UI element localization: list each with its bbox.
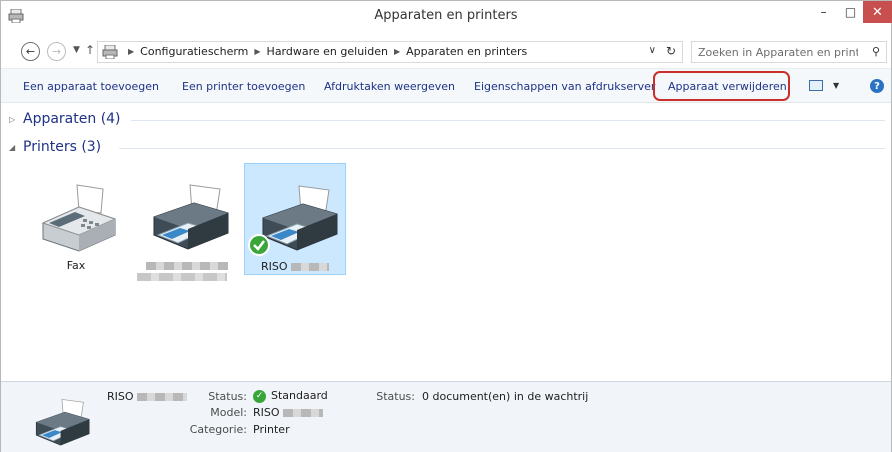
window-title: Apparaten en printers <box>374 8 518 23</box>
search-input[interactable] <box>698 44 858 60</box>
status-label: Status: <box>208 390 247 403</box>
device-name: RISO <box>260 260 288 273</box>
command-bar: Een apparaat toevoegen Een printer toevo… <box>1 68 891 103</box>
device-label: RISO <box>245 260 345 273</box>
details-name-text: RISO <box>107 390 134 403</box>
breadcrumb-item[interactable]: Hardware en geluiden <box>267 45 388 58</box>
status-value: ✓ Standaard <box>253 389 328 403</box>
device-label: Fax <box>66 259 86 272</box>
search-box[interactable]: ⚲ <box>691 41 887 63</box>
breadcrumb-item[interactable]: Configuratiescherm <box>140 45 248 58</box>
redacted-text <box>283 409 324 417</box>
device-printer[interactable] <box>136 163 238 281</box>
refresh-icon[interactable]: ↻ <box>666 44 676 58</box>
category-value: Printer <box>253 423 290 436</box>
printer-icon <box>35 399 90 446</box>
breadcrumb-item[interactable]: Apparaten en printers <box>406 45 527 58</box>
breadcrumb: ▶ Configuratiescherm ▶ Hardware en geluiden… <box>122 45 527 58</box>
explorer-window: Apparaten en printers – □ ✕ ← → ▼ ↑ ▶ Con… <box>0 0 892 452</box>
search-icon[interactable]: ⚲ <box>872 45 880 58</box>
maximize-icon[interactable]: □ <box>837 1 864 23</box>
add-printer-button[interactable]: Een printer toevoegen <box>182 80 305 93</box>
device-fax[interactable]: Fax <box>25 163 127 275</box>
view-dropdown-icon[interactable]: ▼ <box>833 81 839 90</box>
redacted-text <box>291 263 330 271</box>
model-label: Model: <box>210 406 247 419</box>
close-icon[interactable]: ✕ <box>863 1 892 23</box>
print-server-properties-button[interactable]: Eigenschappen van afdrukserver <box>474 80 655 93</box>
redacted-text <box>146 262 228 270</box>
group-printers[interactable]: ◢ Printers (3) <box>9 138 885 158</box>
group-divider <box>119 148 885 149</box>
forward-arrow-icon[interactable]: → <box>47 42 66 61</box>
address-dropdown-icon[interactable]: ∨ <box>649 45 656 56</box>
queue-status-label: Status: <box>376 390 415 403</box>
printer-icon <box>262 185 338 251</box>
back-arrow-icon[interactable]: ← <box>21 42 40 61</box>
printer-icon <box>153 184 229 250</box>
fax-icon <box>41 184 117 252</box>
model-value: RISO <box>253 406 324 419</box>
devices-printers-icon <box>102 45 118 59</box>
remove-device-button[interactable]: Apparaat verwijderen <box>668 80 787 93</box>
device-label <box>136 259 238 272</box>
redacted-text <box>137 273 227 281</box>
group-divider <box>131 120 885 121</box>
queue-status-value: 0 document(en) in de wachtrij <box>422 390 589 403</box>
view-options-icon[interactable] <box>809 80 823 91</box>
details-pane: RISO Status: ✓ Standaard Status: 0 docume… <box>1 381 891 452</box>
address-bar[interactable]: ▶ Configuratiescherm ▶ Hardware en geluiden… <box>97 41 683 63</box>
chevron-right-icon: ▶ <box>128 47 135 56</box>
expand-arrow-icon[interactable]: ▷ <box>9 115 15 124</box>
help-icon[interactable]: ? <box>870 79 884 93</box>
status-text: Standaard <box>271 389 328 402</box>
default-check-icon <box>248 234 270 256</box>
category-label: Categorie: <box>189 423 247 436</box>
up-arrow-icon[interactable]: ↑ <box>85 43 95 57</box>
minimize-icon[interactable]: – <box>810 1 837 23</box>
check-icon: ✓ <box>253 389 266 403</box>
recent-dropdown-icon[interactable]: ▼ <box>73 45 80 55</box>
model-text: RISO <box>253 406 280 419</box>
view-print-jobs-button[interactable]: Afdruktaken weergeven <box>324 80 455 93</box>
address-row: ← → ▼ ↑ ▶ Configuratiescherm ▶ Hardware en … <box>1 40 891 64</box>
collapse-arrow-icon[interactable]: ◢ <box>9 143 15 152</box>
add-device-button[interactable]: Een apparaat toevoegen <box>23 80 159 93</box>
group-label[interactable]: Apparaten (4) <box>23 111 121 127</box>
chevron-right-icon[interactable]: ▶ <box>394 47 400 56</box>
group-label[interactable]: Printers (3) <box>23 139 101 155</box>
device-riso[interactable]: RISO <box>244 163 346 275</box>
group-devices[interactable]: ▷ Apparaten (4) <box>9 110 885 130</box>
title-bar: Apparaten en printers – □ ✕ <box>1 1 892 33</box>
chevron-right-icon[interactable]: ▶ <box>254 47 260 56</box>
